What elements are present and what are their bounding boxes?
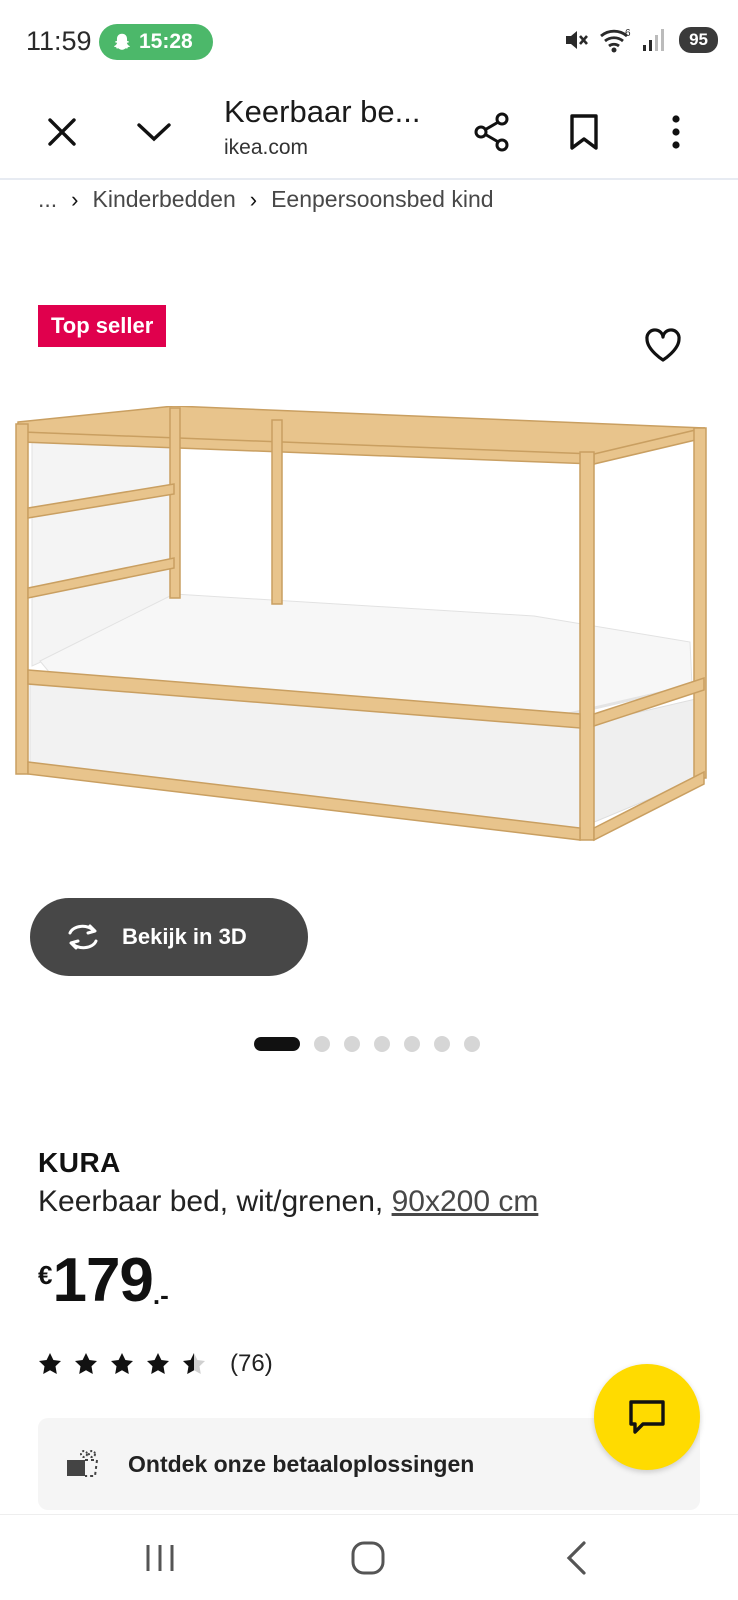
chevron-right-icon: ›: [71, 186, 79, 212]
collapse-button[interactable]: [126, 104, 182, 160]
product-price: € 179 .-: [38, 1250, 169, 1312]
signal-icon: [643, 29, 665, 51]
browser-toolbar: Keerbaar be... ikea.com: [0, 84, 738, 180]
carousel-dot-7[interactable]: [464, 1036, 480, 1052]
breadcrumb: ... › Kinderbedden › Eenpersoonsbed kind: [38, 186, 494, 213]
star-half-icon: [183, 1353, 205, 1374]
more-button[interactable]: [648, 104, 704, 160]
product-rating[interactable]: (76): [38, 1350, 273, 1378]
page-title: Keerbaar be...: [224, 94, 421, 129]
recent-apps-icon: [146, 1545, 174, 1571]
carousel-dot-6[interactable]: [434, 1036, 450, 1052]
carousel-dot-2[interactable]: [314, 1036, 330, 1052]
chat-button[interactable]: [594, 1364, 700, 1470]
status-bar: 11:59 15:28 6 95: [0, 0, 738, 84]
top-seller-badge: Top seller: [38, 305, 167, 347]
product-image[interactable]: [14, 406, 726, 862]
back-button[interactable]: [546, 1535, 606, 1581]
share-icon: [474, 112, 509, 152]
review-count[interactable]: (76): [230, 1350, 273, 1378]
carousel-dot-1[interactable]: [254, 1037, 300, 1051]
close-button[interactable]: [34, 104, 90, 160]
status-time: 11:59: [26, 26, 92, 56]
wifi-icon: 6: [600, 28, 631, 53]
ghost-icon: [114, 33, 130, 50]
view-3d-label: Bekijk in 3D: [122, 924, 247, 949]
close-icon: [48, 118, 76, 146]
size-link[interactable]: 90x200 cm: [392, 1185, 539, 1218]
chat-icon: [629, 1400, 665, 1434]
bookmark-button[interactable]: [556, 104, 612, 160]
home-button[interactable]: [338, 1535, 398, 1581]
more-icon: [672, 115, 680, 149]
breadcrumb-item-eenpersoonsbed-kind[interactable]: Eenpersoonsbed kind: [271, 186, 494, 213]
payment-options-label: Ontdek onze betaaloplossingen: [128, 1450, 475, 1477]
rotate-3d-icon: [68, 924, 98, 950]
rating-stars: [38, 1352, 206, 1376]
product-brand: KURA: [38, 1147, 121, 1178]
recent-apps-button[interactable]: [130, 1535, 190, 1581]
star-full-icon: [75, 1353, 97, 1374]
breadcrumb-ellipsis[interactable]: ...: [38, 186, 57, 213]
price-currency: €: [38, 1260, 53, 1290]
battery-indicator: 95: [679, 27, 718, 53]
favorite-button[interactable]: [643, 326, 683, 364]
back-icon: [566, 1541, 586, 1575]
system-nav-bar: [0, 1514, 738, 1600]
star-full-icon: [39, 1353, 61, 1374]
star-full-icon: [147, 1353, 169, 1374]
chevron-down-icon: [137, 123, 171, 142]
payment-wallet-icon: [67, 1450, 99, 1477]
carousel-dot-5[interactable]: [404, 1036, 420, 1052]
breadcrumb-item-kinderbedden[interactable]: Kinderbedden: [93, 186, 236, 213]
price-suffix: .-: [152, 1280, 169, 1310]
svg-text:6: 6: [625, 28, 631, 39]
share-button[interactable]: [464, 104, 520, 160]
status-icons: 6 95: [563, 26, 718, 54]
snap-timer-text: 15:28: [139, 30, 193, 53]
star-full-icon: [111, 1353, 133, 1374]
page-domain: ikea.com: [224, 136, 309, 159]
product-description: Keerbaar bed, wit/grenen, 90x200 cm: [38, 1185, 538, 1219]
price-amount: 179: [52, 1246, 153, 1315]
home-icon: [351, 1541, 385, 1575]
bookmark-icon: [570, 114, 598, 150]
carousel-dot-3[interactable]: [344, 1036, 360, 1052]
heart-icon: [645, 328, 681, 362]
view-3d-button[interactable]: Bekijk in 3D: [30, 898, 308, 976]
product-description-text: Keerbaar bed, wit/grenen,: [38, 1185, 384, 1218]
carousel-indicator: [254, 1036, 480, 1052]
snapchat-timer-pill[interactable]: 15:28: [99, 24, 213, 60]
chevron-right-icon: ›: [249, 186, 258, 212]
mute-icon: [566, 31, 589, 49]
carousel-dot-4[interactable]: [374, 1036, 390, 1052]
